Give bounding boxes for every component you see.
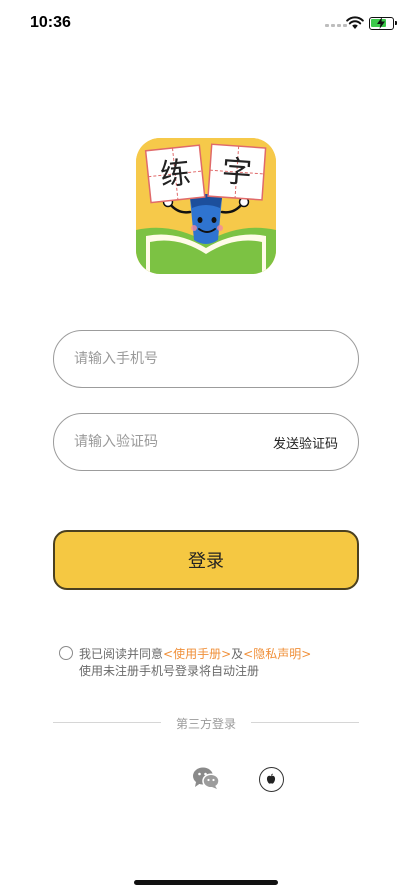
logo-char-right: 字 xyxy=(221,154,253,191)
phone-field[interactable] xyxy=(53,330,359,388)
battery-icon xyxy=(369,17,397,30)
wechat-login-icon[interactable] xyxy=(192,766,220,790)
divider-right xyxy=(251,722,359,723)
status-bar: 10:36 xyxy=(0,0,412,48)
cellular-signal-icon xyxy=(325,24,347,27)
user-manual-link[interactable]: <使用手册> xyxy=(163,647,231,661)
agreement-text: 我已阅读并同意<使用手册>及<隐私声明> xyxy=(79,645,311,662)
agreement-prefix: 我已阅读并同意 xyxy=(79,647,164,661)
logo-char-left: 练 xyxy=(159,155,192,193)
apple-login-button[interactable] xyxy=(259,767,284,792)
agreement-checkbox[interactable] xyxy=(59,646,73,660)
privacy-policy-link[interactable]: <隐私声明> xyxy=(243,647,311,661)
login-button-label: 登录 xyxy=(188,551,224,572)
verification-code-field[interactable]: 发送验证码 xyxy=(53,413,359,471)
auto-register-note: 使用未注册手机号登录将自动注册 xyxy=(79,664,260,678)
status-time: 10:36 xyxy=(30,14,71,31)
send-code-button[interactable]: 发送验证码 xyxy=(273,433,338,452)
home-indicator xyxy=(134,880,278,885)
wifi-icon xyxy=(346,16,364,29)
apple-icon xyxy=(266,773,276,784)
login-button[interactable]: 登录 xyxy=(53,530,359,590)
verification-code-input[interactable] xyxy=(74,414,254,470)
third-party-label: 第三方登录 xyxy=(175,717,236,731)
divider-left xyxy=(53,722,161,723)
agreement-and: 及 xyxy=(231,647,244,661)
phone-input[interactable] xyxy=(74,331,340,387)
app-logo: 练 字 xyxy=(136,138,276,274)
